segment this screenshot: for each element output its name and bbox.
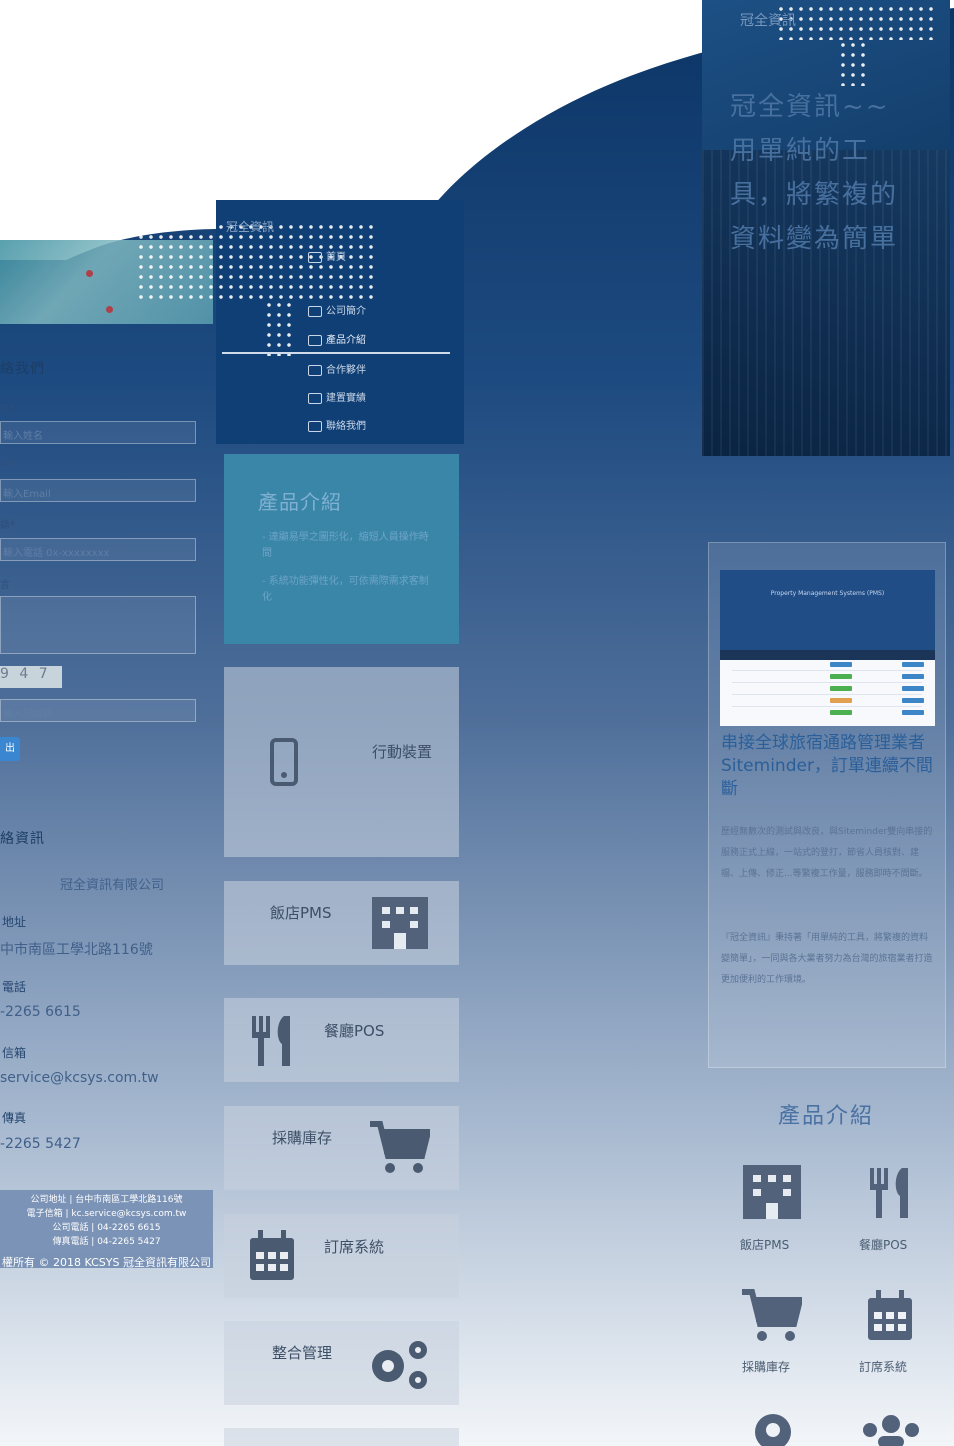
hero-line: 冠全資訊~~: [730, 92, 890, 122]
product-card-label: 餐廳POS: [324, 1022, 385, 1040]
mobile-icon: [270, 738, 298, 786]
footer-copyright: 權所有 © 2018 KCSYS 冠全資訊有限公司: [0, 1254, 213, 1268]
message-textarea[interactable]: [0, 596, 196, 654]
menu-item-home[interactable]: 首頁: [308, 248, 346, 263]
product-card-label: 行動裝置: [372, 743, 433, 761]
product-intro-bullet: - 系統功能彈性化，可依需際需求客制化: [262, 576, 429, 603]
article-paragraph: 歷經無數次的測試與改良，與Siteminder雙向串接的服務正式上線，一站式的登…: [721, 827, 933, 879]
email-input[interactable]: 輸入Email: [0, 479, 196, 502]
captcha-input[interactable]: 輸入驗證碼: [0, 699, 196, 722]
product-grid-label[interactable]: 採購庫存: [742, 1358, 790, 1375]
address-label: 地址: [2, 915, 27, 929]
hero-line: 資料變為簡單: [730, 224, 899, 254]
gears-icon: [372, 1341, 427, 1389]
menu-item-contact[interactable]: 聯絡我們: [308, 417, 366, 432]
mid-brand[interactable]: 冠全資訊: [226, 218, 274, 235]
phone-icon: [308, 420, 322, 432]
product-card-label: 飯店PMS: [270, 904, 332, 922]
calendar-icon[interactable]: [866, 1290, 914, 1342]
menu-item-company[interactable]: 公司簡介: [308, 302, 366, 317]
products-grid-title: 產品介紹: [777, 1104, 874, 1129]
hero-line: 用單純的工: [730, 136, 871, 166]
name-label: 名*: [0, 404, 15, 415]
menu-item-cases[interactable]: 建置實績: [308, 389, 366, 404]
phone-label: 話*: [0, 520, 15, 531]
hotel-icon[interactable]: [743, 1165, 801, 1219]
footer-email: 電子信箱 | kc.service@kcsys.com.tw: [26, 1209, 187, 1219]
captcha-image: 9 4 7: [0, 666, 62, 688]
calendar-icon: [250, 1230, 294, 1280]
home-icon: [308, 251, 322, 263]
product-card-label: 採購庫存: [272, 1129, 333, 1147]
hotel-icon: [372, 897, 428, 949]
user-icon[interactable]: [748, 1412, 798, 1446]
article-title[interactable]: 串接全球旅宿通路管理業者Siteminder，訂單連續不間斷: [721, 732, 939, 801]
hero-brand[interactable]: 冠全資訊: [740, 10, 796, 30]
article-paragraph: 『冠全資訊』秉持著「用單純的工具，將繁複的資料變簡單」，一同與各大業者努力為台灣…: [721, 933, 933, 985]
product-grid-label[interactable]: 飯店PMS: [740, 1236, 789, 1253]
shopping-cart-icon[interactable]: [740, 1288, 802, 1344]
product-grid-label[interactable]: 訂席系統: [859, 1358, 907, 1375]
pms-screenshot-title: Property Management Systems (PMS): [770, 590, 885, 597]
dot-pattern: [776, 4, 934, 40]
phone-input[interactable]: 輸入電話 0x-xxxxxxxx: [0, 538, 196, 561]
company-name: 冠全資訊有限公司: [60, 878, 165, 893]
product-card-label: 整合管理: [272, 1344, 333, 1362]
building-icon: [308, 392, 322, 404]
company-icon: [308, 305, 322, 317]
product-grid-label[interactable]: 餐廳POS: [859, 1236, 907, 1253]
email-info-label: 信箱: [2, 1046, 27, 1060]
contact-form-title: 絡我們: [0, 361, 45, 377]
fax-label: 傳真: [2, 1111, 27, 1125]
address-value: 中市南區工學北路116號: [0, 942, 153, 958]
users-icon[interactable]: [858, 1412, 924, 1446]
menu-item-products[interactable]: 產品介紹: [308, 331, 366, 346]
menu-item-partners[interactable]: 合作夥伴: [308, 361, 366, 376]
message-label: 言: [0, 580, 10, 591]
product-card-next[interactable]: [224, 1428, 459, 1446]
product-card-mobile[interactable]: [224, 667, 459, 857]
phone-info-label: 電話: [2, 980, 27, 994]
product-intro-title: 產品介紹: [258, 490, 342, 514]
map-pin-icon: [106, 306, 113, 313]
dot-pattern: [838, 40, 866, 86]
submit-button[interactable]: 出: [0, 737, 20, 761]
pms-screenshot: Property Management Systems (PMS): [720, 570, 935, 726]
monitor-icon: [308, 334, 322, 346]
shopping-cart-icon: [370, 1121, 430, 1173]
email-label: ail*: [0, 458, 17, 469]
map-pin-icon: [86, 270, 93, 277]
product-intro-bullet: - 達顯易學之圖形化，縮短人員操作時間: [262, 532, 429, 559]
phone-value: -2265 6615: [0, 1004, 81, 1020]
fork-knife-icon[interactable]: [866, 1166, 914, 1220]
footer-phone: 公司電話 | 04-2265 6615: [52, 1223, 161, 1233]
fork-knife-icon: [252, 1016, 290, 1066]
dot-pattern: [264, 300, 292, 356]
footer-fax: 傳真電話 | 04-2265 5427: [52, 1237, 161, 1247]
contact-info-title: 絡資訊: [0, 831, 45, 847]
email-value[interactable]: service@kcsys.com.tw: [0, 1070, 159, 1086]
menu-active-underline: [222, 352, 450, 354]
name-input[interactable]: 輸入姓名: [0, 421, 196, 444]
fax-value: -2265 5427: [0, 1136, 81, 1152]
handshake-icon: [308, 364, 322, 376]
footer-address: 公司地址 | 台中市南區工學北路116號: [30, 1195, 183, 1205]
hero-line: 具，將繁複的: [730, 180, 899, 210]
product-card-label: 訂席系統: [324, 1238, 385, 1256]
